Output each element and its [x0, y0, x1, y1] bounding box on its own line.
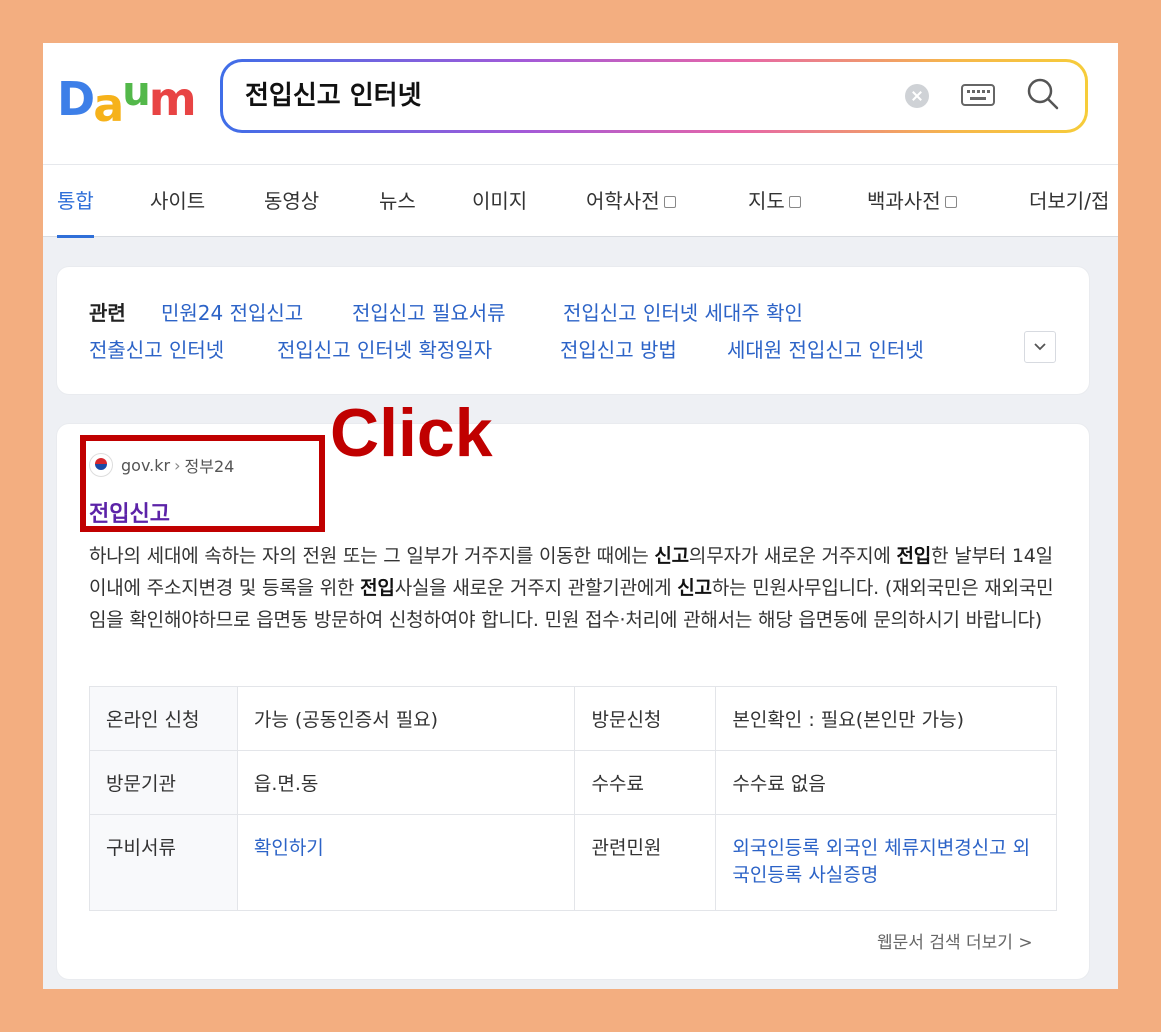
tab-news[interactable]: 뉴스 — [379, 165, 416, 237]
external-box-icon — [663, 195, 676, 208]
table-cell: 수수료 없음 — [715, 750, 1057, 815]
table-header-cell: 방문기관 — [89, 750, 238, 815]
result-description: 하나의 세대에 속하는 자의 전원 또는 그 일부가 거주지를 이동한 때에는 … — [89, 545, 1054, 631]
table-cell: 가능 (공동인증서 필요) — [236, 686, 576, 751]
click-highlight-box — [80, 435, 325, 532]
tab-video[interactable]: 동영상 — [264, 165, 319, 237]
table-cell: 읍.면.동 — [236, 750, 576, 815]
table-header-cell: 수수료 — [574, 750, 717, 815]
keyboard-icon[interactable] — [961, 82, 995, 108]
info-table: 온라인 신청 가능 (공동인증서 필요) 방문신청 본인확인 : 필요(본인만 … — [89, 686, 1057, 911]
external-box-icon — [788, 195, 801, 208]
external-box-icon — [944, 195, 957, 208]
table-header-cell: 온라인 신청 — [89, 686, 238, 751]
table-header-cell: 관련민원 — [574, 814, 717, 911]
tab-more[interactable]: 더보기/접 — [1029, 165, 1109, 237]
logo-letter-u: u — [122, 69, 151, 115]
related-searches-card: 관련 민원24 전입신고 전입신고 필요서류 전입신고 인터넷 세대주 확인 전… — [57, 267, 1089, 394]
table-row: 구비서류 확인하기 관련민원 외국인등록 외국인 체류지변경신고 외국인등록 사… — [89, 814, 1057, 911]
tab-dictionary[interactable]: 어학사전 — [586, 165, 676, 237]
chevron-down-icon — [1034, 343, 1046, 351]
table-cell: 본인확인 : 필요(본인만 가능) — [715, 686, 1057, 751]
logo-letter-a: a — [93, 78, 124, 132]
related-link[interactable]: 전입신고 방법 — [560, 334, 677, 363]
tab-site[interactable]: 사이트 — [150, 165, 205, 237]
table-row: 방문기관 읍.면.동 수수료 수수료 없음 — [89, 750, 1057, 815]
table-row: 온라인 신청 가능 (공동인증서 필요) 방문신청 본인확인 : 필요(본인만 … — [89, 686, 1057, 751]
related-link[interactable]: 전입신고 인터넷 확정일자 — [277, 334, 492, 363]
tab-map[interactable]: 지도 — [748, 165, 801, 237]
related-expand-button[interactable] — [1024, 331, 1056, 363]
search-field-inner[interactable]: 전입신고 인터넷 — [223, 62, 1085, 130]
search-icon[interactable] — [1025, 76, 1061, 112]
search-tabs: 통합 사이트 동영상 뉴스 이미지 어학사전 지도 백과사전 더보기/접 — [43, 165, 1118, 238]
click-annotation: Click — [330, 395, 493, 471]
search-input[interactable]: 전입신고 인터넷 — [245, 62, 422, 130]
clear-icon[interactable] — [905, 84, 929, 108]
tab-all[interactable]: 통합 — [57, 165, 94, 238]
related-link[interactable]: 전입신고 필요서류 — [352, 297, 506, 326]
more-web-results-link[interactable]: 웹문서 검색 더보기 > — [877, 928, 1033, 953]
search-box: 전입신고 인터넷 — [220, 59, 1088, 133]
check-documents-link[interactable]: 확인하기 — [236, 814, 576, 911]
related-label: 관련 — [89, 301, 126, 325]
related-link[interactable]: 세대원 전입신고 인터넷 — [727, 334, 924, 363]
related-link[interactable]: 전출신고 인터넷 — [89, 334, 224, 363]
tab-encyclopedia[interactable]: 백과사전 — [867, 165, 957, 237]
daum-logo[interactable]: Daum — [57, 69, 197, 131]
related-link[interactable]: 전입신고 인터넷 세대주 확인 — [563, 297, 803, 326]
tab-image[interactable]: 이미지 — [472, 165, 527, 237]
logo-letter-d: D — [57, 72, 95, 126]
related-link[interactable]: 민원24 전입신고 — [161, 297, 303, 326]
related-services-link[interactable]: 외국인등록 외국인 체류지변경신고 외국인등록 사실증명 — [715, 814, 1057, 911]
table-header-cell: 방문신청 — [574, 686, 717, 751]
header: Daum 전입신고 인터넷 — [43, 43, 1118, 165]
logo-letter-m: m — [148, 72, 197, 126]
table-header-cell: 구비서류 — [89, 814, 238, 911]
